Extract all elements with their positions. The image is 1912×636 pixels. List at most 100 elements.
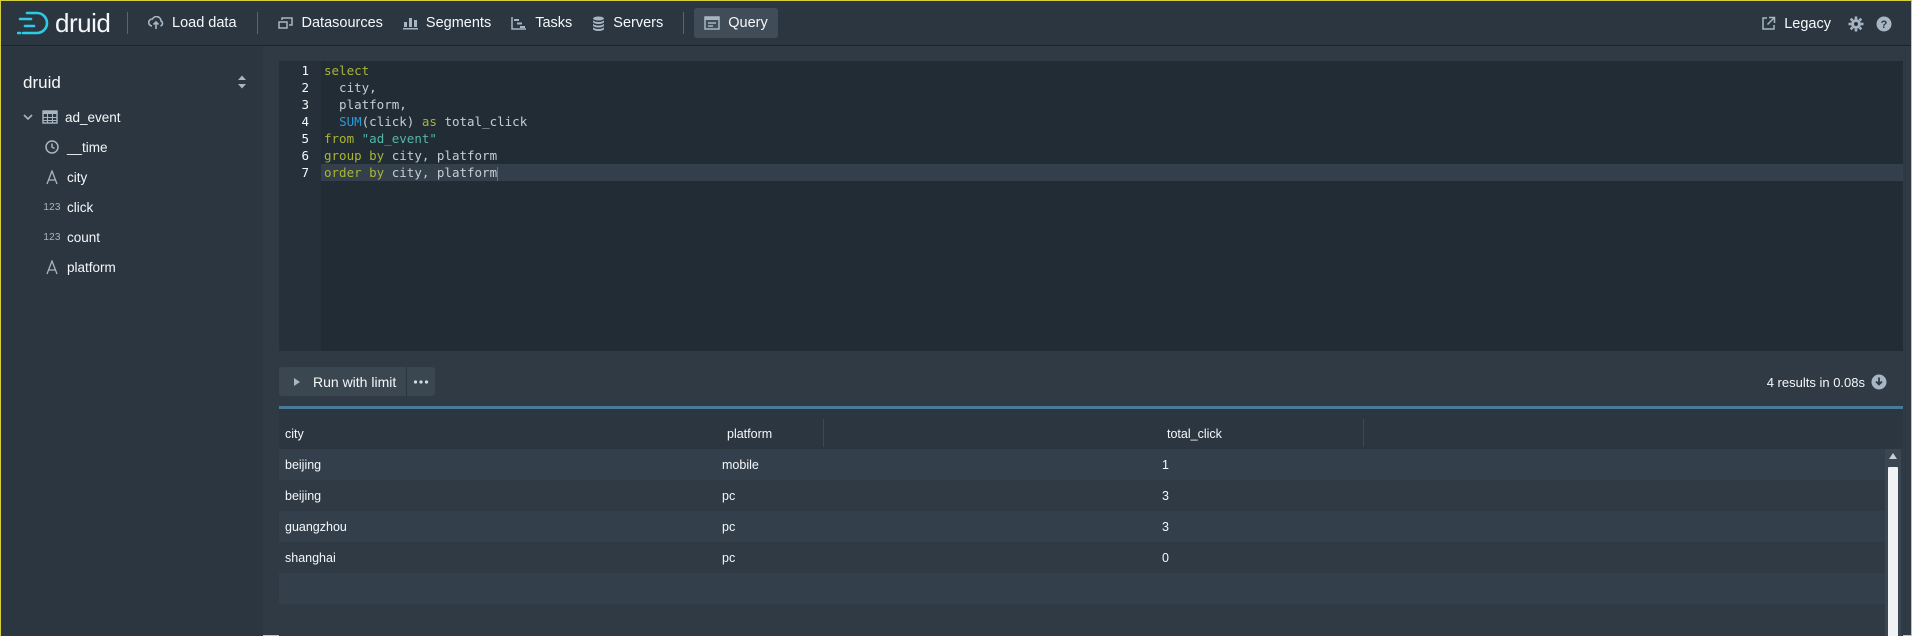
nav-segments[interactable]: Segments [393,8,501,38]
tree-node-column[interactable]: 123 count [43,225,100,249]
database-icon [593,16,605,31]
sql-keyword: order by [324,165,385,180]
column-name: click [67,199,94,215]
tree-node-column[interactable]: 123 click [43,195,93,219]
column-name: count [67,229,101,245]
scrollbar-thumb[interactable] [1888,467,1898,636]
table-row: shanghai pc 0 [279,542,1885,573]
application-icon [704,16,721,30]
code-line[interactable]: group by city, platform [324,148,497,163]
settings-button[interactable] [1843,9,1869,39]
column-header-city[interactable]: city [285,427,304,441]
play-icon [294,377,300,386]
share-icon [1762,16,1776,30]
nav-divider [683,12,685,34]
line-number: 7 [301,165,309,180]
scroll-up-arrow-icon[interactable] [1889,453,1897,459]
table-cell[interactable]: pc [722,520,735,534]
code-line[interactable]: SUM(click) as total_click [324,114,527,129]
line-number: 1 [301,63,309,78]
svg-text:?: ? [1881,19,1888,31]
nav-load-data[interactable]: Load data [138,8,247,38]
table-cell[interactable]: 3 [1162,489,1169,503]
run-button-group: Run with limit [279,367,436,396]
run-with-limit-button[interactable]: Run with limit [279,367,407,396]
line-number: 2 [301,80,309,95]
table-cell[interactable]: beijing [285,458,321,472]
multi-select-icon [277,17,293,29]
table-header: city platform total_click [279,409,1903,449]
nav-servers[interactable]: Servers [582,8,673,38]
query-info: 4 results in 0.08s [1767,374,1887,390]
results-count-text: 4 results in 0.08s [1766,374,1865,390]
column-name: __time [67,139,108,155]
stacked-chart-icon [402,18,418,30]
tree-node-column[interactable]: __time [43,135,108,159]
code-line[interactable]: select [324,63,369,78]
query-results-table: city platform total_click beijing mobile 1… [279,406,1903,636]
top-navbar: druid Load data Datasources Segments Tas… [1,1,1911,46]
more-icon [414,379,429,384]
column-resizer[interactable] [823,419,824,447]
line-number: 6 [301,148,309,163]
help-button[interactable]: ? [1871,9,1897,39]
download-icon[interactable] [1871,374,1887,390]
table-cell[interactable]: beijing [285,489,321,503]
table-cell[interactable]: mobile [722,458,759,472]
nav-query[interactable]: Query [694,8,778,38]
legacy-label: Legacy [1784,15,1831,32]
sql-editor[interactable]: 1 2 3 4 5 6 7 select city, platform, SUM(click… [279,61,1903,351]
code-line[interactable]: city, [324,80,377,95]
sql-token: city, [324,80,377,95]
table-cell[interactable]: 3 [1162,520,1169,534]
table-icon [41,110,59,124]
column-header-total-click[interactable]: total_click [1167,427,1222,441]
table-cell[interactable]: shanghai [285,551,336,565]
nav-load-data-label: Load data [172,15,237,31]
column-name: platform [67,259,116,275]
druid-logo[interactable]: druid [17,1,117,46]
table-cell[interactable]: guangzhou [285,520,347,534]
nav-tasks[interactable]: Tasks [501,8,582,38]
column-header-platform[interactable]: platform [727,427,772,441]
column-resizer[interactable] [1363,419,1364,447]
sql-function: SUM [339,114,362,129]
table-cell[interactable]: pc [722,551,735,565]
nav-query-label: Query [728,15,768,31]
gear-icon [1848,16,1864,31]
druid-logo-icon [17,11,49,35]
tree-node-column[interactable]: city [43,165,87,189]
code-line[interactable]: platform, [324,97,407,112]
table-cell[interactable]: pc [722,489,735,503]
gantt-chart-icon [511,17,527,30]
sql-keyword: group by [324,148,385,163]
table-cell[interactable]: 0 [1162,551,1169,565]
line-number: 3 [301,97,309,112]
chevron-down-icon[interactable] [21,113,35,121]
legacy-link[interactable]: Legacy [1751,9,1841,39]
tree-node-datasource[interactable]: ad_event [21,105,121,129]
sql-token: (click) [361,114,422,129]
schema-selector-button[interactable] [237,74,247,95]
table-row [279,573,1885,604]
cloud-upload-icon [148,16,164,29]
schema-selector-label[interactable]: druid [23,73,61,93]
nav-datasources[interactable]: Datasources [268,8,393,38]
tree-node-column[interactable]: platform [43,255,116,279]
nav-divider [127,12,128,34]
table-row: beijing mobile 1 [279,449,1885,480]
run-options-button[interactable] [406,367,436,396]
table-scrollbar[interactable] [1885,449,1901,636]
sql-token: platform, [324,97,407,112]
sql-keyword: select [324,63,370,78]
sql-string: "ad_event" [361,131,437,146]
column-name: city [67,169,88,185]
sql-token: city, platform [384,165,498,180]
code-line[interactable]: from "ad_event" [324,131,437,146]
column-tree-sidebar: druid ad_event __time city 123 click 123… [1,47,263,636]
code-line[interactable]: order by city, platform [324,165,499,181]
table-cell[interactable]: 1 [1162,458,1169,472]
double-caret-vertical-icon [238,75,246,89]
